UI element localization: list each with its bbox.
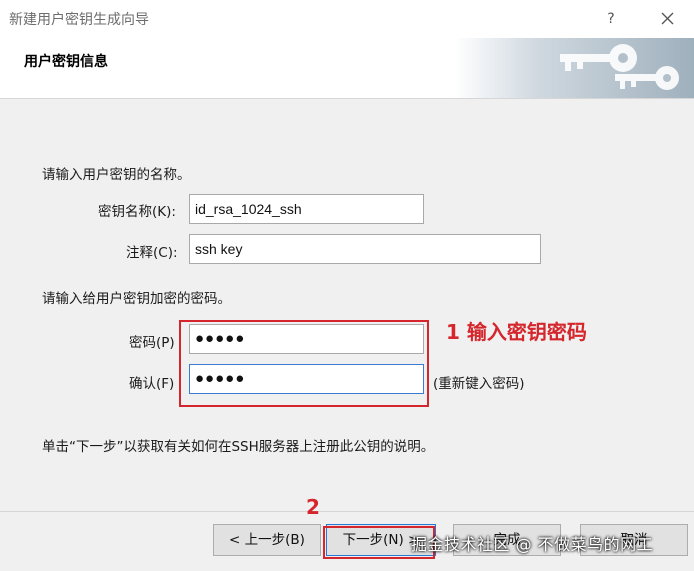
help-button[interactable]: ? xyxy=(600,8,622,30)
password-intro-text: 请输入给用户密钥加密的密码。 xyxy=(42,291,231,307)
step2-annotation: 2 xyxy=(306,495,320,519)
keys-banner-icon xyxy=(455,38,694,98)
close-icon xyxy=(661,12,674,25)
confirm-label: 确认(F) xyxy=(129,376,175,392)
back-button[interactable]: < 上一步(B) xyxy=(213,524,321,556)
comment-label: 注释(C): xyxy=(126,245,178,261)
title-bar: 新建用户密钥生成向导 ? xyxy=(0,0,694,38)
close-button[interactable] xyxy=(656,6,680,30)
key-name-input[interactable]: id_rsa_1024_ssh xyxy=(189,194,424,224)
wizard-header: 用户密钥信息 xyxy=(0,38,694,99)
password-label: 密码(P) xyxy=(129,335,175,351)
step1-annotation: 1 输入密钥密码 xyxy=(446,320,587,344)
key-name-label: 密钥名称(K): xyxy=(98,204,176,220)
comment-input[interactable]: ssh key xyxy=(189,234,541,264)
next-step-note: 单击“下一步”以获取有关如何在SSH服务器上注册此公钥的说明。 xyxy=(42,439,435,455)
page-title: 用户密钥信息 xyxy=(24,54,108,70)
password-highlight-box xyxy=(179,320,429,407)
window-title: 新建用户密钥生成向导 xyxy=(9,12,149,28)
wizard-content: 请输入用户密钥的名称。 密钥名称(K): id_rsa_1024_ssh 注释(… xyxy=(0,99,694,511)
reenter-hint: (重新键入密码) xyxy=(433,376,525,392)
watermark-text: 掘金技术社区 @ 不做菜鸟的网工 xyxy=(411,535,654,554)
name-intro-text: 请输入用户密钥的名称。 xyxy=(42,167,191,183)
